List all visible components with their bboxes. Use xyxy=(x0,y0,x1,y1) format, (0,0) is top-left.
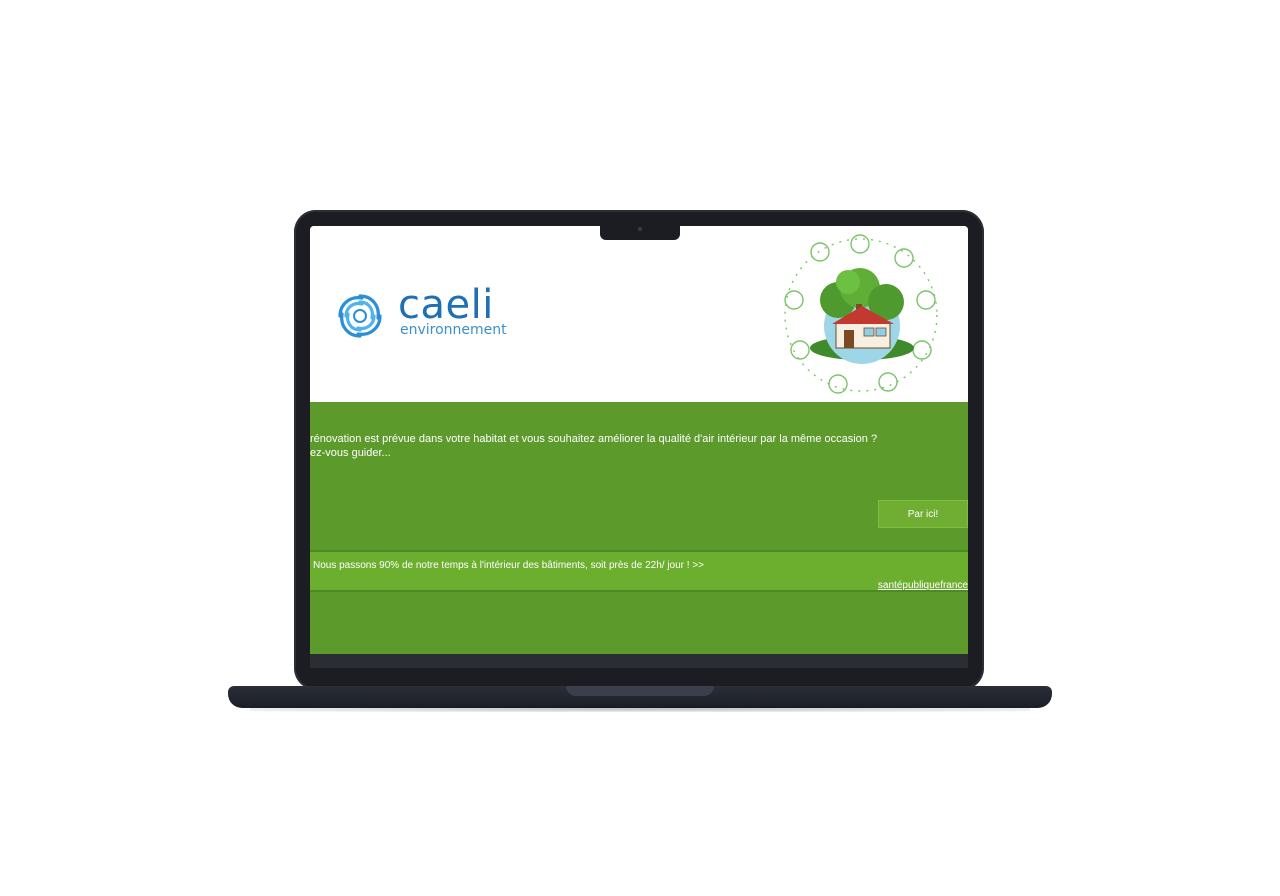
site-header: caeli environnement xyxy=(310,226,968,402)
laptop-hinge-cutout xyxy=(566,686,714,696)
quote-text: Nous passons 90% de notre temps à l'inté… xyxy=(313,560,705,571)
laptop-screen: caeli environnement rénovation est prévu… xyxy=(310,226,968,654)
eco-house-illustration xyxy=(784,234,938,394)
brand-logo[interactable]: caeli environnement xyxy=(334,282,534,346)
hero-text: rénovation est prévue dans votre habitat… xyxy=(310,432,960,460)
laptop-chin xyxy=(310,654,968,668)
camera-icon xyxy=(638,227,642,231)
quote-bar: Nous passons 90% de notre temps à l'inté… xyxy=(310,550,968,592)
brand-subtitle: environnement xyxy=(400,322,507,338)
source-link[interactable]: santépubliquefrance xyxy=(878,580,968,591)
camera-notch xyxy=(600,224,680,240)
laptop-shadow xyxy=(250,706,1030,712)
hero-line-1: rénovation est prévue dans votre habitat… xyxy=(310,433,878,445)
swirl-logo-icon xyxy=(338,294,382,338)
hero-line-2: ez-vous guider... xyxy=(310,447,391,459)
cta-button[interactable]: Par ici! xyxy=(878,500,968,528)
